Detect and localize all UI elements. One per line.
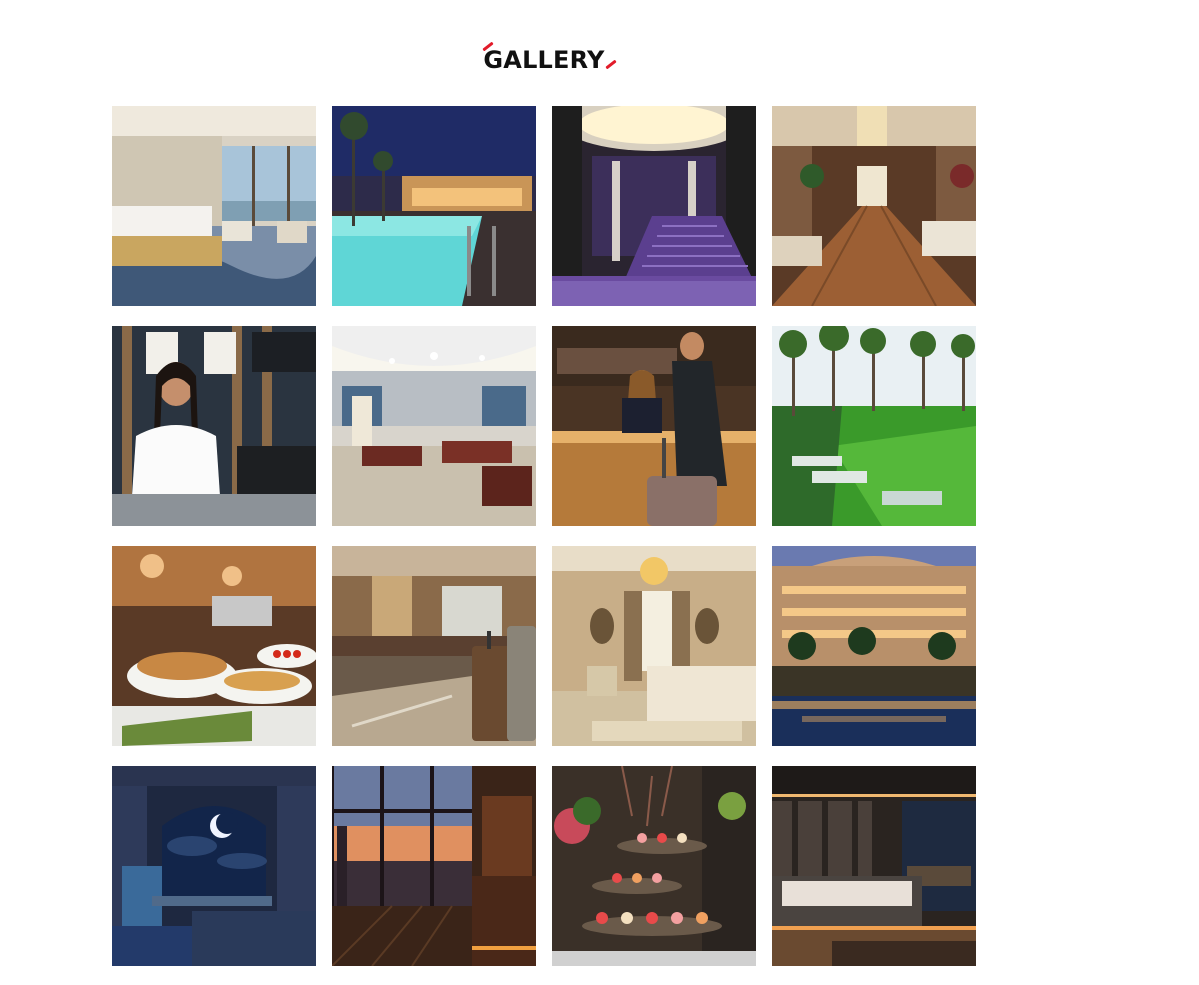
receptionist-portrait-image <box>112 326 316 526</box>
gallery-item-3[interactable] <box>552 106 756 306</box>
title-accent-right <box>604 59 617 70</box>
modern-bedroom-night-image <box>772 766 976 966</box>
city-sunset-bar-image <box>332 766 536 966</box>
gallery-item-14[interactable] <box>332 766 536 966</box>
luxury-bedroom-image <box>112 106 316 306</box>
breakfast-buffet-image <box>112 546 316 746</box>
gallery-item-12[interactable] <box>772 546 976 746</box>
grand-lobby-staircase-image <box>552 106 756 306</box>
gallery-item-13[interactable] <box>112 766 316 966</box>
dessert-buffet-image <box>552 766 756 966</box>
gallery-item-5[interactable] <box>112 326 316 526</box>
gallery-title-text: GALLERY <box>483 46 605 74</box>
night-pool-palms-image <box>332 106 536 306</box>
gallery-item-2[interactable] <box>332 106 536 306</box>
chandelier-restaurant-image <box>332 326 536 526</box>
lobby-luggage-image <box>332 546 536 746</box>
gallery-item-8[interactable] <box>772 326 976 526</box>
reception-check-in-image <box>552 326 756 526</box>
gallery-title: GALLERY <box>482 40 617 80</box>
gallery-item-1[interactable] <box>112 106 316 306</box>
gallery-item-9[interactable] <box>112 546 316 746</box>
gallery-header: GALLERY <box>0 40 1088 80</box>
garden-sunbeds-image <box>772 326 976 526</box>
gallery-item-15[interactable] <box>552 766 756 966</box>
gallery-item-11[interactable] <box>552 546 756 746</box>
gallery-item-4[interactable] <box>772 106 976 306</box>
hotel-exterior-night-image <box>772 546 976 746</box>
gallery-page: GALLERY <box>0 0 1199 985</box>
lounge-hall-image <box>772 106 976 306</box>
moonlit-window-room-image <box>112 766 316 966</box>
gallery-item-16[interactable] <box>772 766 976 966</box>
gallery-item-7[interactable] <box>552 326 756 526</box>
classic-suite-image <box>552 546 756 746</box>
gallery-item-10[interactable] <box>332 546 536 746</box>
gallery-item-6[interactable] <box>332 326 536 526</box>
gallery-grid <box>112 106 976 966</box>
